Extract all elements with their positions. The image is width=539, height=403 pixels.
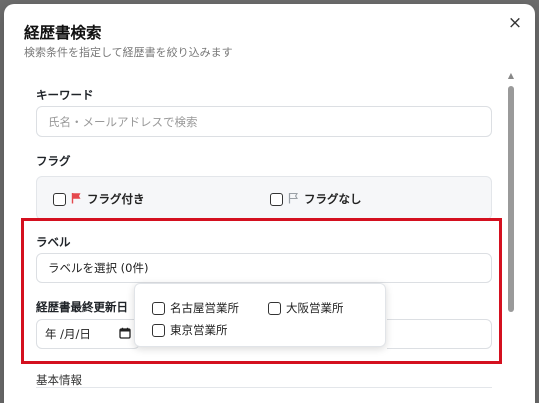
label-option-text: 名古屋営業所 <box>170 301 239 315</box>
flag-filter-box: フラグ付き フラグなし <box>36 176 492 220</box>
label-option-text: 東京営業所 <box>170 323 228 337</box>
label-option-checkbox[interactable] <box>152 301 165 315</box>
flag-with-label: フラグ付き <box>87 192 145 206</box>
label-option-checkbox[interactable] <box>268 301 281 315</box>
flag-with-option[interactable]: フラグ付き <box>53 191 145 207</box>
flag-without-option[interactable]: フラグなし <box>270 191 362 207</box>
label-option[interactable]: 名古屋営業所 <box>152 300 239 316</box>
label-options-popup: 名古屋営業所 大阪営業所 東京営業所 <box>134 283 386 347</box>
label-field-label: ラベル <box>36 235 71 249</box>
label-select-text: ラベルを選択 (0件) <box>48 261 149 275</box>
label-option-checkbox[interactable] <box>152 323 165 337</box>
dialog-title: 経歴書検索 <box>24 24 102 42</box>
close-icon[interactable]: × <box>506 14 524 32</box>
red-flag-icon <box>71 192 82 207</box>
updated-date-from-input[interactable]: 年 /月/日 <box>36 319 140 349</box>
flag-without-label: フラグなし <box>304 192 362 206</box>
label-option[interactable]: 大阪営業所 <box>268 300 344 316</box>
label-option-text: 大阪営業所 <box>286 301 344 315</box>
flag-with-checkbox[interactable] <box>53 192 66 206</box>
flag-label: フラグ <box>36 154 71 168</box>
label-select[interactable]: ラベルを選択 (0件) <box>36 253 492 283</box>
keyword-placeholder: 氏名・メールアドレスで検索 <box>48 114 198 129</box>
updated-date-label: 経歴書最終更新日 <box>36 300 128 314</box>
outline-flag-icon <box>288 192 299 207</box>
date-placeholder: 年 /月/日 <box>45 327 91 341</box>
section-divider <box>36 387 492 388</box>
label-option[interactable]: 東京営業所 <box>152 322 228 338</box>
dialog-subtitle: 検索条件を指定して経歴書を絞り込みます <box>24 46 233 59</box>
scrollbar-thumb[interactable] <box>508 86 514 312</box>
keyword-label: キーワード <box>36 88 94 102</box>
flag-without-checkbox[interactable] <box>270 192 283 206</box>
scrollbar[interactable]: ▲ <box>505 72 517 403</box>
scroll-up-icon[interactable]: ▲ <box>506 72 516 80</box>
keyword-input[interactable]: 氏名・メールアドレスで検索 <box>36 106 492 137</box>
basic-info-title: 基本情報 <box>36 373 82 387</box>
updated-date-to-input[interactable] <box>387 319 492 349</box>
calendar-icon[interactable] <box>119 327 131 342</box>
